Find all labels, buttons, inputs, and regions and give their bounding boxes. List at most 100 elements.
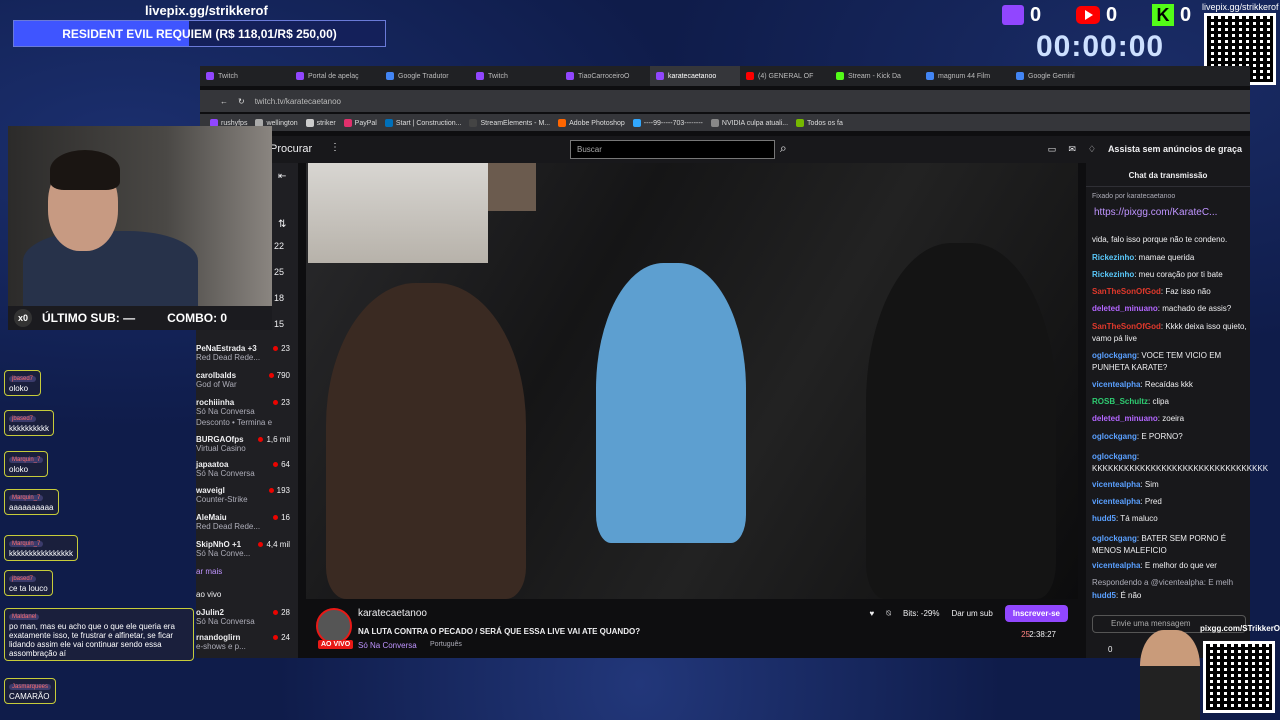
side-channel[interactable]: japaatoa Só Na Conversa 64 bbox=[196, 460, 296, 478]
side-channel[interactable]: PeNaEstrada +3 Red Dead Rede... 23 bbox=[196, 344, 296, 362]
tab-label: Twitch bbox=[218, 72, 238, 80]
chat-message: oglockgang: KKKKKKKKKKKKKKKKKKKKKKKKKKKK… bbox=[1092, 452, 1269, 473]
chat-message: deleted_minuano: zoeira bbox=[1092, 414, 1185, 423]
browser-tab[interactable]: Portal de apelaç bbox=[290, 66, 380, 86]
language-tag[interactable]: Português bbox=[430, 641, 462, 648]
side-channel-viewers: 23 bbox=[273, 398, 290, 407]
bookmark-icon bbox=[558, 118, 567, 127]
browser-tab[interactable]: Twitch bbox=[200, 66, 290, 86]
side-channel[interactable]: rochiiinha Só Na Conversa 23 bbox=[196, 398, 296, 416]
chat-username[interactable]: oglockgang bbox=[1092, 452, 1137, 461]
side-channel[interactable]: BURGAOfps Virtual Casino 1,6 mil bbox=[196, 435, 296, 453]
bits-button[interactable]: Bits: -29% bbox=[903, 609, 939, 618]
more-icon[interactable]: ⋮ bbox=[330, 142, 340, 153]
donation-goal-bar: RESIDENT EVIL REQUIEM (R$ 118,01/R$ 250,… bbox=[13, 20, 386, 47]
browser-tab[interactable]: Stream - Kick Da bbox=[830, 66, 920, 86]
tab-favicon-icon bbox=[746, 72, 754, 80]
bookmark-item[interactable]: ----99-----703-------- bbox=[632, 118, 703, 127]
side-channel-viewers: 193 bbox=[269, 486, 290, 495]
browser-tab[interactable]: TiaoCarroceiroO bbox=[560, 66, 650, 86]
chat-username[interactable]: SanTheSonOfGod bbox=[1092, 322, 1161, 331]
chat-username[interactable]: oglockgang bbox=[1092, 432, 1137, 441]
side-channel[interactable]: waveigl Counter-Strike 193 bbox=[196, 486, 296, 504]
browser-tab[interactable]: (4) GENERAL OF bbox=[740, 66, 830, 86]
pinned-link[interactable]: https://pixgg.com/KarateC... bbox=[1094, 207, 1217, 218]
search-icon[interactable]: ⌕ bbox=[780, 141, 787, 156]
reload-icon[interactable]: ↻ bbox=[238, 97, 245, 106]
gift-sub-button[interactable]: Dar um sub bbox=[951, 609, 992, 618]
category-link[interactable]: Só Na Conversa bbox=[358, 641, 417, 650]
chat-username[interactable]: hudd5 bbox=[1092, 514, 1116, 523]
chat-header: Chat da transmissão bbox=[1086, 163, 1250, 187]
side-channel[interactable]: carolbalds God of War 790 bbox=[196, 371, 296, 389]
address-bar[interactable]: ← ↻ twitch.tv/karatecaetanoo bbox=[200, 90, 1250, 112]
chat-message: vicentealpha: E melhor do que ver bbox=[1092, 561, 1217, 570]
chat-username[interactable]: hudd5 bbox=[1092, 591, 1116, 600]
subscribe-button[interactable]: Inscrever-se bbox=[1004, 605, 1068, 622]
tab-label: Twitch bbox=[488, 72, 508, 80]
bookmark-item[interactable]: NVIDIA culpa atuali... bbox=[710, 118, 788, 127]
browser-tab[interactable]: Google Gemini bbox=[1010, 66, 1100, 86]
ad-free-link[interactable]: Assista sem anúncios de graça bbox=[1108, 144, 1242, 155]
kick-counter: K0 bbox=[1152, 4, 1191, 26]
side-channel-game: e-shows e p... bbox=[196, 642, 246, 651]
pip-camera bbox=[308, 163, 488, 263]
bookmark-item[interactable]: Adobe Photoshop bbox=[558, 118, 625, 127]
tab-label: TiaoCarroceiroO bbox=[578, 72, 630, 80]
notifications-icon[interactable]: ▭ bbox=[1048, 144, 1057, 155]
back-icon[interactable]: ← bbox=[220, 97, 228, 106]
sort-icon[interactable]: ⇅ bbox=[278, 219, 286, 230]
chat-username[interactable]: SanTheSonOfGod bbox=[1092, 287, 1161, 296]
prime-icon[interactable]: ♢ bbox=[1088, 144, 1096, 155]
channel-avatar[interactable] bbox=[316, 608, 352, 644]
chat-username[interactable]: oglockgang bbox=[1092, 534, 1137, 543]
side-channel-viewers: 1,6 mil bbox=[258, 435, 290, 444]
bookmark-icon bbox=[343, 118, 352, 127]
chat-username[interactable]: vicentealpha bbox=[1092, 380, 1140, 389]
side-channel[interactable]: oJulin2 Só Na Conversa 28 bbox=[196, 608, 296, 626]
browser-tab[interactable]: magnum 44 Film bbox=[920, 66, 1010, 86]
chat-username[interactable]: vicentealpha bbox=[1092, 480, 1140, 489]
chat-username[interactable]: oglockgang bbox=[1092, 351, 1137, 360]
chat-username[interactable]: vicentealpha bbox=[1092, 497, 1140, 506]
bookmark-item[interactable]: striker bbox=[305, 118, 336, 127]
url-text[interactable]: twitch.tv/karatecaetanoo bbox=[255, 97, 341, 106]
chat-username[interactable]: ROSB_Schultz bbox=[1092, 397, 1148, 406]
show-more-link[interactable]: ar mais bbox=[196, 567, 296, 576]
bookmark-item[interactable]: Todos os fa bbox=[796, 118, 843, 127]
chat-message: deleted_minuano: machado de assis? bbox=[1092, 304, 1232, 313]
whispers-icon[interactable]: ✉ bbox=[1068, 144, 1076, 155]
heart-icon[interactable]: ♥ bbox=[869, 609, 874, 618]
channel-points[interactable]: 0 bbox=[1108, 645, 1112, 654]
bookmark-item[interactable]: Start | Construction... bbox=[384, 118, 461, 127]
search-input[interactable]: Buscar bbox=[570, 140, 775, 159]
bookmark-item[interactable]: PayPal bbox=[343, 118, 377, 127]
browse-link[interactable]: Procurar bbox=[270, 143, 312, 155]
bookmark-icon bbox=[632, 118, 641, 127]
side-channel-game: Counter-Strike bbox=[196, 495, 248, 504]
side-channel[interactable]: rnandoglirn e-shows e p... 24 bbox=[196, 633, 296, 651]
side-channel-viewers: 64 bbox=[273, 460, 290, 469]
chat-username[interactable]: deleted_minuano bbox=[1092, 414, 1158, 423]
side-channel-viewers: 790 bbox=[269, 371, 290, 380]
bookmark-item[interactable]: StreamElements - M... bbox=[469, 118, 550, 127]
browser-tab[interactable]: Twitch bbox=[470, 66, 560, 86]
chat-username[interactable]: Rickezinho bbox=[1092, 253, 1134, 262]
bookmark-icon bbox=[384, 118, 393, 127]
side-channel[interactable]: SkipNhO +1 Só Na Conve... 4,4 mil bbox=[196, 540, 296, 558]
side-channel-game: Red Dead Rede... bbox=[196, 522, 261, 531]
side-channel[interactable]: Desconto • Termina e bbox=[196, 418, 296, 427]
collapse-icon[interactable]: ⇤ bbox=[278, 171, 286, 182]
overlay-chat-user: Maldanel bbox=[9, 614, 40, 620]
chat-username[interactable]: Rickezinho bbox=[1092, 270, 1134, 279]
chat-username[interactable]: deleted_minuano bbox=[1092, 304, 1158, 313]
notification-bell-icon[interactable]: ⍉ bbox=[886, 609, 891, 619]
side-channel-viewers: 4,4 mil bbox=[258, 540, 290, 549]
channel-name[interactable]: karatecaetanoo bbox=[358, 608, 427, 619]
browser-tab[interactable]: karatecaetanoo bbox=[650, 66, 740, 86]
side-channel[interactable]: AleMaiu Red Dead Rede... 16 bbox=[196, 513, 296, 531]
overlay-chat-user: Marquin_7 bbox=[9, 457, 44, 463]
tab-favicon-icon bbox=[656, 72, 664, 80]
chat-username[interactable]: vicentealpha bbox=[1092, 561, 1140, 570]
browser-tab[interactable]: Google Tradutor bbox=[380, 66, 470, 86]
